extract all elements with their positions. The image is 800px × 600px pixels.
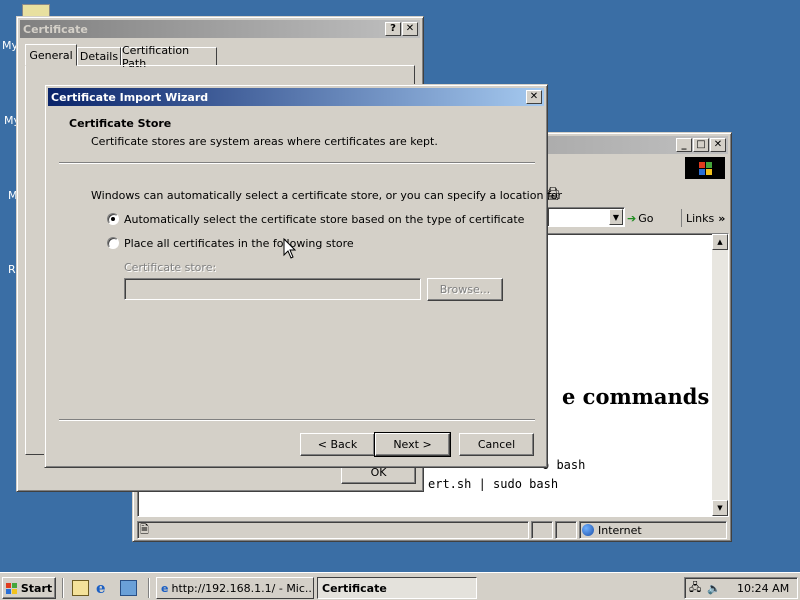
go-label: Go — [638, 211, 654, 225]
tab-label: Details — [79, 50, 119, 63]
status-pane — [555, 521, 577, 539]
task-label: http://192.168.1.1/ - Mic... — [171, 581, 313, 595]
radio-place-all[interactable] — [107, 237, 119, 249]
taskbar: Start e e http://192.168.1.1/ - Mic... C… — [0, 572, 800, 600]
code-line: o bash — [542, 458, 586, 472]
status-main: 🗎 — [137, 521, 529, 539]
show-desktop-icon[interactable] — [72, 580, 89, 596]
start-button[interactable]: Start — [2, 577, 56, 599]
store-field[interactable] — [124, 278, 421, 300]
address-dropdown-button[interactable]: ▼ — [609, 209, 623, 225]
close-button[interactable]: ✕ — [710, 138, 726, 152]
page-heading-fragment: e commands — [562, 384, 710, 409]
store-label: Certificate store: — [124, 261, 217, 274]
task-label: Certificate — [322, 581, 387, 595]
certificate-title: Certificate — [23, 22, 88, 36]
links-button[interactable]: Links » — [681, 209, 731, 227]
vertical-scrollbar[interactable]: ▲ ▼ — [712, 234, 728, 516]
clock: 10:24 AM — [736, 581, 790, 595]
start-label: Start — [20, 581, 53, 595]
ie-page-icon: e — [161, 581, 169, 595]
page-icon: 🗎 — [140, 522, 149, 536]
globe-icon — [582, 524, 594, 536]
next-button[interactable]: Next > — [374, 432, 451, 457]
wizard-titlebar: Certificate Import Wizard ✕ — [48, 88, 544, 106]
wizard-intro-text: Windows can automatically select a certi… — [91, 189, 563, 202]
certificate-titlebar: Certificate ? ✕ — [20, 20, 420, 38]
header-divider — [59, 162, 535, 164]
tab-label: General — [29, 48, 73, 62]
desktop-icon-label: R — [8, 263, 16, 276]
radio-manual-label[interactable]: Place all certificates in the following … — [124, 237, 354, 250]
cancel-button[interactable]: Cancel — [459, 433, 534, 456]
taskbar-task-browser[interactable]: e http://192.168.1.1/ - Mic... — [156, 577, 314, 599]
volume-icon[interactable]: 🔈 — [707, 582, 721, 595]
links-label: Links — [686, 211, 715, 225]
scroll-down-button[interactable]: ▼ — [712, 500, 728, 516]
status-bar: 🗎 Internet — [137, 521, 729, 539]
tab-details[interactable]: Details — [77, 47, 121, 66]
wizard-header-title: Certificate Store — [69, 117, 172, 130]
scroll-up-button[interactable]: ▲ — [712, 234, 728, 250]
wizard-header-subtitle: Certificate stores are system areas wher… — [91, 135, 438, 148]
chevron-right-icon: » — [718, 211, 726, 225]
system-tray: 🖧 🔈 10:24 AM — [684, 577, 798, 599]
taskbar-task-certificate[interactable]: Certificate — [317, 577, 477, 599]
back-button[interactable]: < Back — [300, 433, 375, 456]
go-button[interactable]: ➔ Go — [627, 209, 671, 227]
outlook-express-icon[interactable] — [120, 580, 137, 596]
next-label: Next > — [393, 438, 432, 451]
status-zone: Internet — [579, 521, 727, 539]
go-arrow-icon: ➔ — [627, 211, 637, 225]
mouse-cursor-icon — [283, 238, 297, 259]
wizard-title: Certificate Import Wizard — [51, 90, 209, 104]
tab-general[interactable]: General — [25, 44, 77, 66]
zone-label: Internet — [598, 523, 642, 537]
browse-button[interactable]: Browse... — [427, 278, 503, 301]
close-button[interactable]: ✕ — [526, 90, 542, 104]
quicklaunch-divider — [62, 578, 64, 598]
import-wizard-dialog: Certificate Import Wizard ✕ Certificate … — [44, 84, 562, 468]
radio-auto-label[interactable]: Automatically select the certificate sto… — [124, 213, 524, 226]
footer-divider — [59, 419, 535, 421]
windows-logo-icon — [5, 582, 17, 594]
status-pane — [531, 521, 553, 539]
cancel-label: Cancel — [477, 438, 516, 451]
minimize-button[interactable]: _ — [676, 138, 692, 152]
internet-explorer-icon[interactable]: e — [96, 579, 106, 597]
close-button[interactable]: ✕ — [402, 22, 418, 36]
windows-logo-icon — [685, 157, 725, 179]
code-line: ert.sh | sudo bash — [428, 477, 559, 491]
tab-certification-path[interactable]: Certification Path — [121, 44, 217, 70]
back-label: < Back — [317, 438, 358, 451]
help-button[interactable]: ? — [385, 22, 401, 36]
radio-auto-select[interactable] — [107, 213, 119, 225]
network-icon[interactable]: 🖧 — [689, 579, 701, 598]
quicklaunch-divider — [148, 578, 150, 598]
maximize-button[interactable]: □ — [693, 138, 709, 152]
browse-label: Browse... — [439, 283, 491, 296]
